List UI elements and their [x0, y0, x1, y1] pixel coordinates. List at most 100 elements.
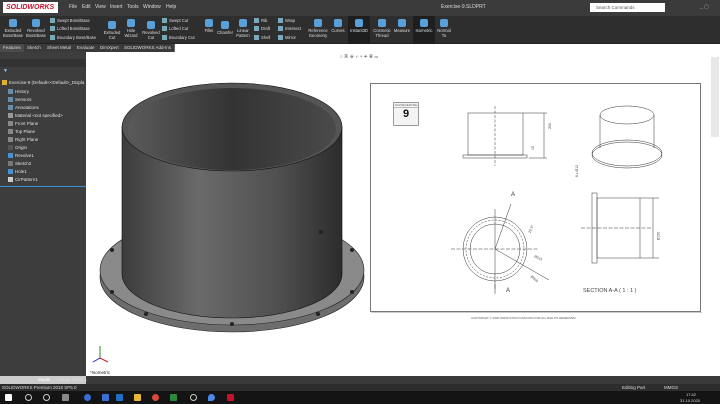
boundary-cut-button[interactable]: Boundary Cut [162, 35, 195, 41]
app-icon[interactable] [84, 394, 91, 401]
menu-view[interactable]: View [95, 4, 106, 10]
intersect-button[interactable]: Intersect [278, 26, 301, 32]
revolved-boss-button[interactable]: Revolved Boss/Base [25, 19, 47, 38]
drawing-sheet: SOLIDEXERCISE 9 200 15 Ø215 Ø190 Ø260 22… [370, 83, 702, 320]
lofted-cut-button[interactable]: Lofted Cut [162, 26, 188, 32]
measure-button[interactable]: Measure [392, 19, 412, 33]
menu-window[interactable]: Window [143, 4, 161, 10]
heads-up-toolbar[interactable]: ⌕ ▣ ◈ ◐ ▾ ✦ ◉ ▭ [340, 54, 405, 60]
menu-edit[interactable]: Edit [82, 4, 91, 10]
lofted-boss-button[interactable]: Lofted Boss/Base [50, 26, 90, 32]
curves-button[interactable]: Curves [330, 19, 346, 33]
dim-flange: 15 [530, 146, 535, 150]
linear-pattern-button[interactable]: Linear Pattern [234, 19, 252, 38]
dim-holes: 8 x Ø12 [575, 164, 580, 178]
chrome-icon[interactable] [152, 394, 159, 401]
cosmetic-thread-button[interactable]: Cosmetic Thread [372, 19, 392, 38]
tree-item[interactable]: Material <not specified> [8, 113, 63, 119]
swept-boss-button[interactable]: Swept Boss/Base [50, 18, 90, 24]
tab-sheet-metal[interactable]: Sheet Metal [44, 44, 76, 52]
revolve-icon [32, 19, 40, 27]
title-bar: SOLIDWORKS File Edit View Insert Tools W… [0, 0, 720, 16]
tree-item[interactable]: Sketch2 [8, 161, 31, 167]
extrude-icon [9, 19, 17, 27]
instant3d-icon [355, 19, 363, 27]
tree-item[interactable]: Top Plane [8, 129, 35, 135]
clock-date: 31.10.2020 [680, 398, 701, 403]
tree-root[interactable]: Exercise-9 (Default<<Default>_Displa [2, 80, 84, 86]
tree-item[interactable]: Front Plane [8, 121, 38, 127]
tab-evaluate[interactable]: Evaluate [74, 44, 99, 52]
tab-addins[interactable]: SOLIDWORKS Add-Ins [121, 44, 176, 52]
section-label: SECTION A-A ( 1 : 1 ) [583, 288, 637, 294]
solidworks-icon[interactable] [227, 394, 234, 401]
rollback-bar[interactable] [0, 186, 86, 187]
tree-item[interactable]: Right Plane [8, 137, 38, 143]
revolved-cut-button[interactable]: Revolved Cut [141, 21, 161, 40]
curves-icon [334, 19, 342, 27]
swept-cut-button[interactable]: Swept Cut [162, 18, 188, 24]
fillet-button[interactable]: Fillet [202, 19, 216, 33]
tree-item[interactable]: Annotations [8, 105, 39, 111]
tab-sketch[interactable]: Sketch [24, 44, 45, 52]
product-version: SOLIDWORKS Premium 2018 SP5.0 [2, 385, 77, 390]
draft-button[interactable]: Draft [254, 26, 270, 32]
tree-item[interactable]: Origin [8, 145, 27, 151]
hole-icon [127, 19, 135, 27]
bottom-tabs: Model Motion Study 1 [0, 376, 720, 384]
calculator-icon[interactable] [102, 394, 109, 401]
excel-icon[interactable] [170, 394, 177, 401]
extruded-cut-button[interactable]: Extruded Cut [102, 21, 122, 40]
tree-item[interactable]: CirPattern1 [8, 177, 38, 183]
task-pane-tabs[interactable] [711, 57, 719, 137]
menu-tools[interactable]: Tools [127, 4, 139, 10]
paint-icon[interactable] [208, 394, 215, 401]
file-explorer-icon[interactable] [134, 394, 141, 401]
tree-item[interactable]: Revolve1 [8, 153, 34, 159]
measure-icon [398, 19, 406, 27]
cortana-icon[interactable] [43, 394, 50, 401]
chamfer-button[interactable]: Chamfer [216, 21, 234, 35]
solidworks-logo: SOLIDWORKS [3, 2, 58, 13]
chamfer-icon [221, 21, 229, 29]
filter-icon[interactable]: ▼ [3, 68, 8, 74]
tab-dimxpert[interactable]: DimXpert [97, 44, 123, 52]
tree-item[interactable]: History [8, 89, 29, 95]
wrap-button[interactable]: Wrap [278, 18, 295, 24]
section-marker-bottom: A [506, 288, 511, 294]
reference-geometry-button[interactable]: Reference Geometry [306, 19, 330, 38]
shell-button[interactable]: Shell [254, 35, 270, 41]
tree-item[interactable]: Hole1 [8, 169, 27, 175]
section-marker-top: A [511, 192, 516, 198]
search-icon[interactable] [25, 394, 32, 401]
menu-insert[interactable]: Insert [110, 4, 123, 10]
extruded-boss-button[interactable]: Extruded Boss/Base [2, 19, 24, 38]
rib-button[interactable]: Rib [254, 18, 267, 24]
normal-to-button[interactable]: Normal To [436, 19, 452, 38]
mirror-button[interactable]: Mirror [278, 35, 296, 41]
tree-item[interactable]: Sensors [8, 97, 32, 103]
media-icon[interactable] [190, 394, 197, 401]
outlook-icon[interactable] [116, 394, 123, 401]
fillet-icon [205, 19, 213, 27]
start-icon[interactable] [5, 394, 12, 401]
hole-wizard-button[interactable]: Hole Wizard [122, 19, 140, 38]
window-title: Exercise-9.SLDPRT [441, 4, 486, 10]
thread-icon [378, 19, 386, 27]
boundary-boss-button[interactable]: Boundary Boss/Base [50, 35, 96, 41]
isometric-button[interactable]: Isometric [413, 16, 435, 44]
reference-geometry-icon [314, 19, 322, 27]
search-commands-input[interactable]: Search Commands [590, 3, 665, 12]
units-selector[interactable]: MMGS [664, 385, 678, 390]
tab-motion-study[interactable]: Motion Study 1 [57, 377, 87, 382]
cut-icon [108, 21, 116, 29]
tab-features[interactable]: Features [0, 44, 25, 52]
dim-dia-190: Ø190 [656, 231, 661, 241]
menu-help[interactable]: Help [166, 4, 176, 10]
minimize-icon[interactable]: _ ▢ [700, 4, 709, 10]
panel-tabs[interactable] [0, 59, 86, 67]
tab-model[interactable]: Model [38, 377, 50, 382]
menu-file[interactable]: File [69, 4, 77, 10]
task-view-icon[interactable] [62, 394, 69, 401]
instant3d-button[interactable]: Instant3D [348, 16, 370, 44]
